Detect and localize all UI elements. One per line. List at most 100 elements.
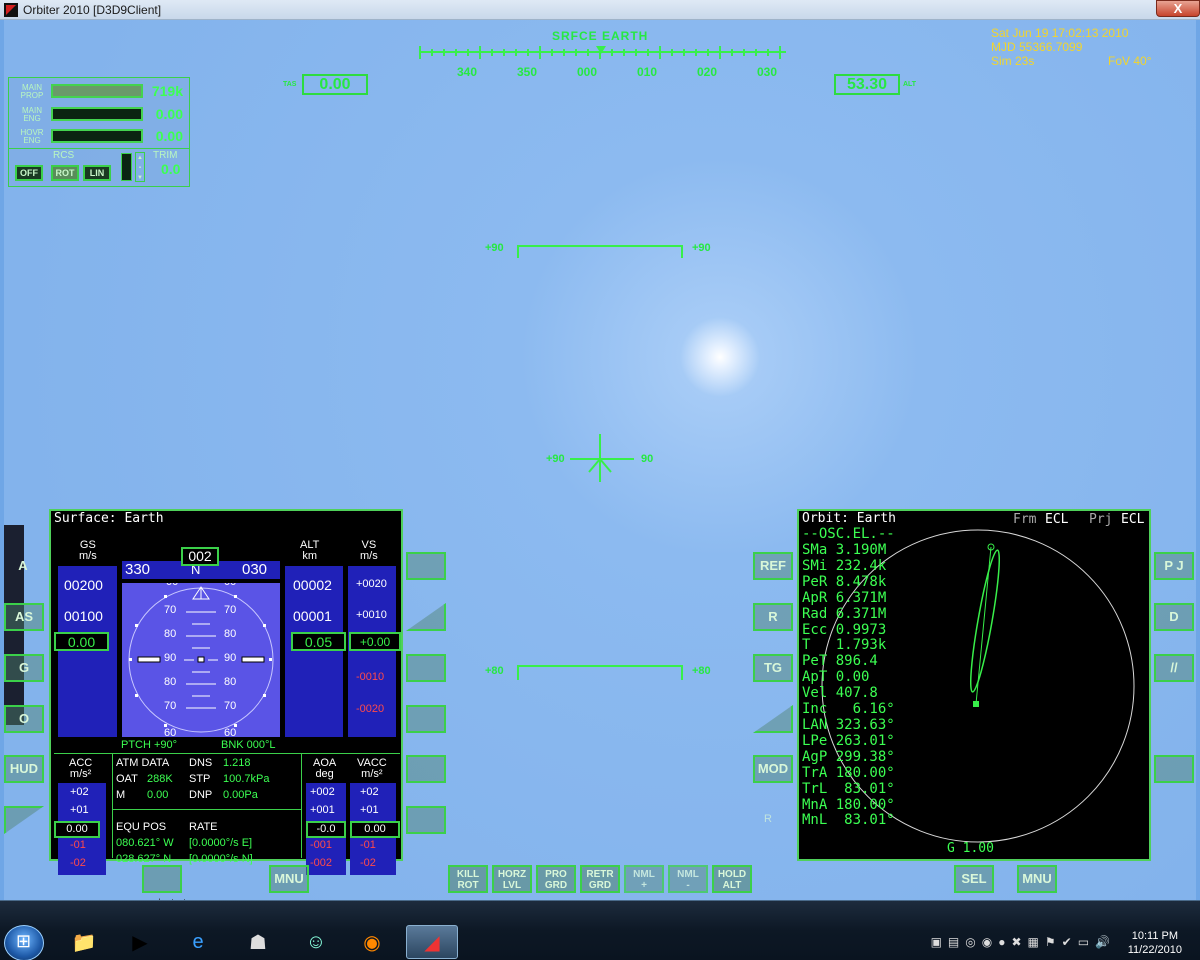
media-player-icon[interactable]: ▶: [114, 925, 166, 959]
tray-usb-icon[interactable]: ▤: [948, 935, 959, 949]
vacc-tick-p2: +02: [360, 786, 379, 798]
left-button-blank[interactable]: [4, 806, 44, 834]
surface-mfd-right-button-3[interactable]: [406, 654, 446, 682]
el-rad: Rad 6.371M: [802, 605, 887, 622]
surface-mfd-right-button-6[interactable]: [406, 806, 446, 834]
window-title: Orbiter 2010 [D3D9Client]: [23, 2, 162, 17]
trim-label: TRIM: [153, 150, 178, 161]
normal-plus-line1: NML: [633, 869, 655, 880]
normal-minus-line2: -: [686, 880, 690, 891]
kill-rot-button[interactable]: KILL ROT: [448, 865, 488, 893]
helmet-app-icon[interactable]: ☗: [232, 925, 284, 959]
surface-mfd-blank-button[interactable]: [142, 865, 182, 893]
explorer-icon[interactable]: 📁: [58, 925, 110, 959]
el-inc: Inc 6.16°: [802, 701, 895, 718]
orbiter-taskbar-icon[interactable]: ◢: [406, 925, 458, 959]
main-prop-row: MAIN PROP 719k: [9, 80, 189, 102]
alt-tick-1: 00001: [293, 608, 332, 624]
vacc-tick-m1: -01: [360, 839, 376, 851]
close-button[interactable]: X: [1156, 0, 1200, 17]
messenger-icon[interactable]: ☺: [290, 925, 342, 959]
tray-security-icon[interactable]: ✖: [1011, 935, 1021, 949]
hold-alt-button[interactable]: HOLD ALT: [712, 865, 752, 893]
orbit-select-button[interactable]: SEL: [954, 865, 994, 893]
vs-tape: +0020 +0010 -0010 -0020: [348, 566, 396, 737]
oat-value: 288K: [147, 773, 173, 785]
left-button-g[interactable]: G: [4, 654, 44, 682]
taskbar-clock[interactable]: 10:11 PM 11/22/2010: [1128, 929, 1182, 957]
orbit-mode-button[interactable]: MOD: [753, 755, 793, 783]
internet-explorer-icon[interactable]: e: [172, 925, 224, 959]
start-button[interactable]: [4, 925, 44, 960]
heading-tick-340: 340: [457, 65, 478, 79]
orbit-right-button-5[interactable]: [1154, 755, 1194, 783]
tray-monitor-icon[interactable]: ▭: [1078, 935, 1089, 949]
orbit-menu-button[interactable]: MNU: [1017, 865, 1057, 893]
dns-label: DNS: [189, 757, 213, 769]
tray-cd-icon[interactable]: ◉: [982, 935, 992, 949]
atm-title: ATM DATA: [116, 757, 170, 769]
orbit-ref-button[interactable]: REF: [753, 552, 793, 580]
tray-flag-icon[interactable]: ⚑: [1045, 935, 1056, 949]
rcs-off-button[interactable]: OFF: [15, 165, 43, 181]
longitude: 080.621° W: [116, 837, 174, 849]
boresight-left-label: +90: [546, 453, 565, 465]
left-button-as[interactable]: AS: [4, 603, 44, 631]
left-button-hud[interactable]: HUD: [4, 755, 44, 783]
aoa-tick-m2: -002: [310, 857, 333, 869]
rcs-lin-button[interactable]: LIN: [83, 165, 111, 181]
main-prop-value: 719k: [151, 83, 183, 99]
dnp-value: 0.00Pa: [223, 789, 258, 801]
vacc-value: 0.00: [350, 821, 400, 838]
el-lan: LAN 323.63°: [802, 716, 895, 733]
surface-mfd-right-button-4[interactable]: [406, 705, 446, 733]
tray-network-icon[interactable]: ▣: [931, 935, 942, 949]
sim-viewport[interactable]: SRFCE EARTH 340 350 000 010 020 030 TAS …: [4, 20, 1196, 900]
hud-surface-ref: SRFCE EARTH: [552, 29, 649, 43]
tray-volume-icon[interactable]: 🔊: [1095, 935, 1110, 949]
kill-rot-line2: ROT: [457, 880, 479, 891]
clock-date: 11/22/2010: [1127, 944, 1182, 956]
alt-value: 0.05: [291, 632, 346, 651]
tray-app-icon[interactable]: ▦: [1028, 935, 1039, 949]
hovr-eng-value: 0.00: [155, 128, 183, 144]
orbit-pj-button[interactable]: P J: [1154, 552, 1194, 580]
left-button-o[interactable]: O: [4, 705, 44, 733]
surface-mfd-title: Surface: Earth: [54, 511, 164, 526]
attitude-ring: [128, 586, 274, 733]
mach-label: M: [116, 789, 126, 801]
rcs-section: RCS OFF ROT LIN ▲ ▪ ▼ TRIM 0.0: [9, 148, 189, 186]
orbit-target-button[interactable]: TG: [753, 654, 793, 682]
trim-switch[interactable]: ▲ ▪ ▼: [135, 152, 145, 182]
tray-disk-icon[interactable]: ◎: [965, 935, 975, 949]
horz-lvl-button[interactable]: HORZ LVL: [492, 865, 532, 893]
normal-minus-button[interactable]: NML -: [668, 865, 708, 893]
firefox-icon[interactable]: ◉: [346, 925, 398, 959]
prograde-button[interactable]: PRO GRD: [536, 865, 576, 893]
left-button-a[interactable]: A: [4, 552, 42, 580]
pitch-ladder-lower-right: +80: [692, 665, 711, 677]
retrograde-button[interactable]: RETR GRD: [580, 865, 620, 893]
hovr-eng-label: HOVR ENG: [20, 128, 44, 145]
main-prop-gauge: [51, 84, 143, 98]
surface-mfd-right-button-5[interactable]: [406, 755, 446, 783]
normal-minus-line1: NML: [677, 869, 699, 880]
orbit-right-button-3[interactable]: //: [1154, 654, 1194, 682]
pitch-ladder-upper-right: +90: [692, 242, 711, 254]
tray-cdrom-icon[interactable]: ●: [998, 935, 1005, 949]
el-mnl: MnL 83.01°: [802, 812, 895, 829]
orbit-d-button[interactable]: D: [1154, 603, 1194, 631]
surface-mfd-menu-button[interactable]: MNU: [269, 865, 309, 893]
tas-label: TAS: [283, 81, 297, 88]
vessel-marker-icon: [973, 701, 979, 707]
surface-mfd: Surface: Earth GS m/s ALT km VS m/s 00200 0…: [49, 509, 403, 875]
tray-check-icon[interactable]: ✔: [1062, 935, 1072, 949]
surface-mfd-right-button-1[interactable]: [406, 552, 446, 580]
orbit-r-button[interactable]: R: [753, 603, 793, 631]
ladder-top-left: 00: [166, 583, 178, 588]
surface-mfd-right-button-2[interactable]: [406, 603, 446, 631]
orbit-left-button-4[interactable]: [753, 705, 793, 733]
rcs-rot-button[interactable]: ROT: [51, 165, 79, 181]
normal-plus-button[interactable]: NML +: [624, 865, 664, 893]
el-sma: SMa 3.190M: [802, 542, 887, 558]
